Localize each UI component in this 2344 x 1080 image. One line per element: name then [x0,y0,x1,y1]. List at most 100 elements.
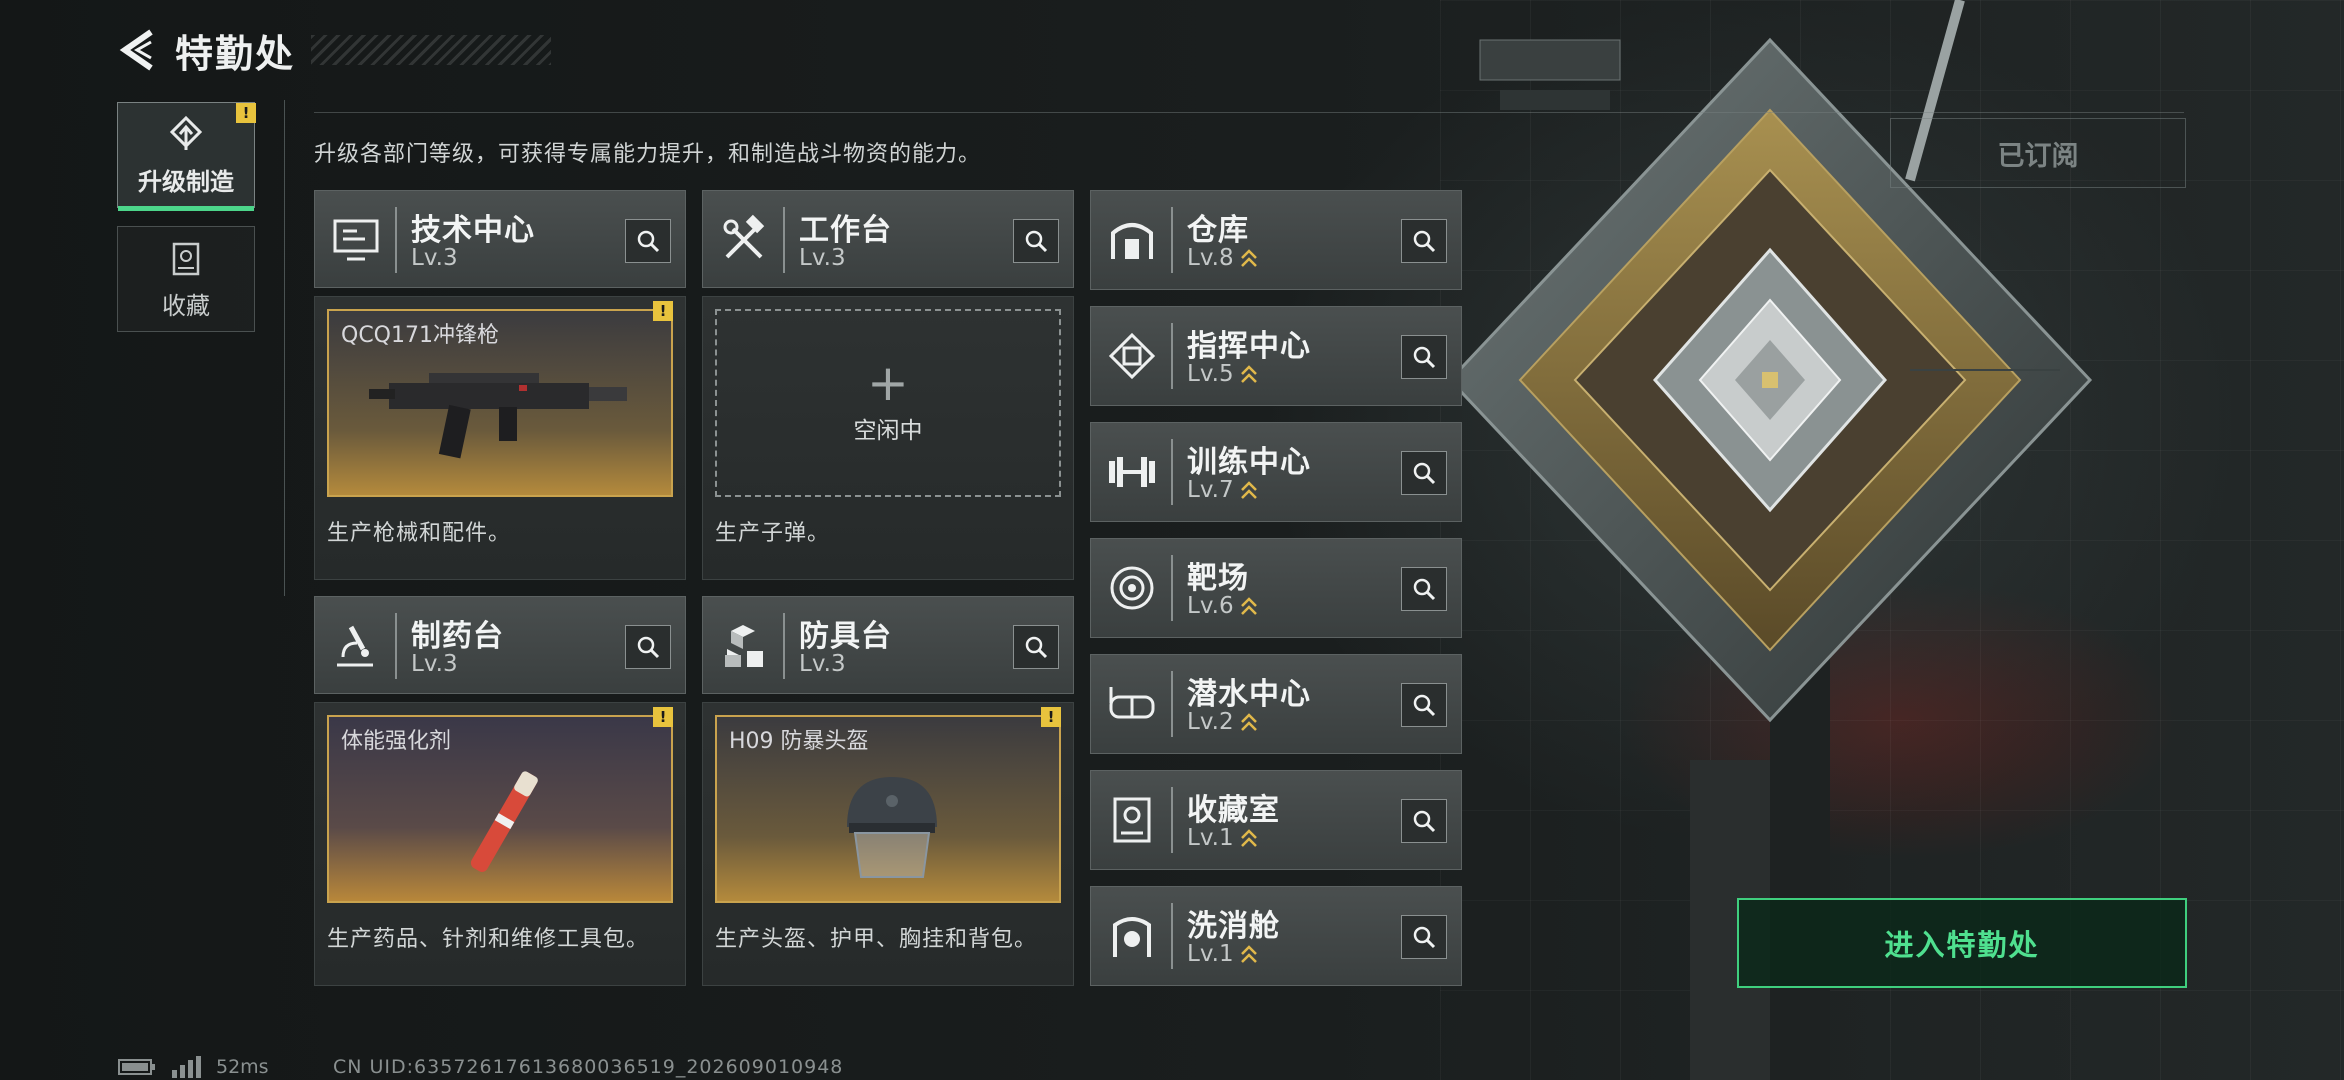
ping-value: 52ms [216,1056,269,1078]
search-button[interactable] [1401,683,1447,727]
separator [395,207,397,273]
search-icon [1413,926,1436,949]
alert-badge: ! [1041,707,1061,727]
facility-name: 技术中心 [411,213,535,248]
department-level-row: Lv.7 [1187,477,1258,503]
facility-card-armor: H09 防暴头盔 ! 生产头盔、护甲、胸挂和背包。 [702,702,1074,986]
search-icon [1413,578,1436,601]
department-item[interactable]: 靶场 Lv.6 [1090,538,1462,638]
search-button[interactable] [625,219,671,263]
sidebar-item-label: 收藏 [162,291,210,320]
search-button[interactable] [625,625,671,669]
separator [395,613,397,679]
user-uid: CN UID:63572617613680036519_202609010948 [333,1056,844,1078]
sidebar-item-upgrade-craft[interactable]: 升级制造 ! [117,102,256,211]
department-item[interactable]: 训练中心 Lv.7 [1090,422,1462,522]
facility-header-tech-center[interactable]: 技术中心 Lv.3 [314,190,686,288]
department-level-row: Lv.1 [1187,941,1258,967]
back-button[interactable] [115,26,163,74]
command-icon [1108,332,1156,380]
product-name: 体能强化剂 [341,729,452,754]
search-button[interactable] [1401,451,1447,495]
facility-level: Lv.3 [411,245,458,271]
department-item[interactable]: 潜水中心 Lv.2 [1090,654,1462,754]
department-level: Lv.7 [1187,477,1234,503]
alert-badge: ! [653,301,673,321]
department-level: Lv.6 [1187,593,1234,619]
search-icon [1413,694,1436,717]
upgrade-chevron-icon [1240,712,1257,731]
department-item[interactable]: 收藏室 Lv.1 [1090,770,1462,870]
facility-level: Lv.3 [411,651,458,677]
product-slot[interactable]: H09 防暴头盔 [715,715,1061,903]
search-button[interactable] [1013,625,1059,669]
facility-header-armor[interactable]: 防具台 Lv.3 [702,596,1074,694]
page-title: 特勤处 [175,31,296,76]
search-button[interactable] [1401,567,1447,611]
upgrade-chevron-icon [1240,248,1257,267]
idle-slot[interactable]: + 空闲中 [715,309,1061,497]
facility-description: 生产药品、针剂和维修工具包。 [327,927,650,952]
dumbbell-icon [1109,457,1155,487]
smg-image [369,373,627,459]
search-icon [1413,810,1436,833]
department-level: Lv.8 [1187,245,1234,271]
department-level: Lv.1 [1187,941,1234,967]
search-icon [1025,636,1048,659]
department-level-row: Lv.1 [1187,825,1258,851]
back-arrow-icon [119,29,153,71]
warehouse-icon [1111,223,1153,259]
department-level-row: Lv.8 [1187,245,1258,271]
add-icon: + [867,354,909,412]
facility-header-pharmacy[interactable]: 制药台 Lv.3 [314,596,686,694]
search-icon [637,636,660,659]
diving-mask-icon [1109,687,1155,719]
product-slot[interactable]: QCQ171冲锋枪 [327,309,673,497]
upgrade-icon [169,115,203,150]
separator [783,613,785,679]
facility-name: 防具台 [799,619,892,654]
facility-level: Lv.3 [799,651,846,677]
department-name: 训练中心 [1187,445,1311,480]
department-name: 收藏室 [1187,793,1280,828]
hammer-wrench-icon [723,214,765,259]
subscribed-label: 已订阅 [1890,118,2186,188]
upgrade-chevron-icon [1240,828,1257,847]
enter-special-ops-button[interactable]: 进入特勤处 [1737,898,2187,988]
department-name: 洗消舱 [1187,909,1280,944]
department-name: 潜水中心 [1187,677,1311,712]
idle-label: 空闲中 [853,418,923,444]
facility-description: 生产子弹。 [715,521,831,546]
search-icon [637,230,660,253]
status-bar: 52ms [118,1056,269,1078]
search-icon [1413,230,1436,253]
facility-header-workbench[interactable]: 工作台 Lv.3 [702,190,1074,288]
microscope-icon [337,625,373,667]
search-button[interactable] [1401,915,1447,959]
department-item[interactable]: 仓库 Lv.8 [1090,190,1462,290]
facility-description: 生产枪械和配件。 [327,521,512,546]
product-slot[interactable]: 体能强化剂 [327,715,673,903]
injector-image [470,771,538,872]
search-button[interactable] [1401,799,1447,843]
sidebar-item-collection[interactable]: 收藏 [117,226,255,332]
decontamination-icon [1113,917,1151,957]
search-button[interactable] [1401,219,1447,263]
department-level: Lv.1 [1187,825,1234,851]
upgrade-chevron-icon [1240,944,1257,963]
separator [1171,671,1173,737]
signal-icon [172,1056,201,1078]
header: 特勤处 [115,22,552,78]
search-button[interactable] [1013,219,1059,263]
divider [284,100,285,596]
alert-badge: ! [653,707,673,727]
facility-level: Lv.3 [799,245,846,271]
search-icon [1413,346,1436,369]
department-item[interactable]: 指挥中心 Lv.5 [1090,306,1462,406]
separator [1171,787,1173,853]
separator [1171,903,1173,969]
search-button[interactable] [1401,335,1447,379]
department-level: Lv.5 [1187,361,1234,387]
search-icon [1025,230,1048,253]
department-item[interactable]: 洗消舱 Lv.1 [1090,886,1462,986]
